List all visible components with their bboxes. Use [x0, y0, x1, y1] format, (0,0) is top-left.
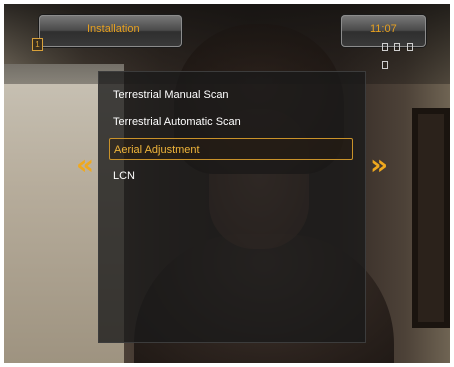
menu-item-lcn[interactable]: LCN — [109, 165, 353, 187]
menu-item-terrestrial-automatic-scan[interactable]: Terrestrial Automatic Scan — [109, 111, 353, 133]
channel-indicator-icon: 1 — [32, 38, 43, 51]
menu-item-label: LCN — [113, 170, 136, 182]
record-icon — [394, 43, 401, 51]
page-title: Installation — [87, 23, 140, 35]
pip-icon — [382, 61, 388, 69]
previous-page-arrow-icon[interactable]: « — [76, 150, 94, 180]
menu-item-aerial-adjustment[interactable]: Aerial Adjustment — [109, 138, 353, 160]
status-icons — [382, 38, 424, 69]
installation-menu: Terrestrial Manual Scan Terrestrial Auto… — [98, 71, 366, 343]
menu-item-terrestrial-manual-scan[interactable]: Terrestrial Manual Scan — [109, 84, 353, 106]
signal-icon — [382, 43, 388, 51]
title-bar: Installation — [39, 15, 182, 47]
background-door-frame — [412, 108, 450, 328]
tv-screen: Installation 11:07 1 Terrestrial Manual … — [4, 4, 450, 363]
menu-item-label: Terrestrial Automatic Scan — [113, 116, 241, 128]
network-icon — [406, 43, 413, 51]
menu-item-label: Terrestrial Manual Scan — [113, 89, 229, 101]
menu-item-label: Aerial Adjustment — [114, 144, 200, 156]
next-page-arrow-icon[interactable]: » — [370, 150, 388, 180]
clock-time: 11:07 — [370, 23, 397, 35]
